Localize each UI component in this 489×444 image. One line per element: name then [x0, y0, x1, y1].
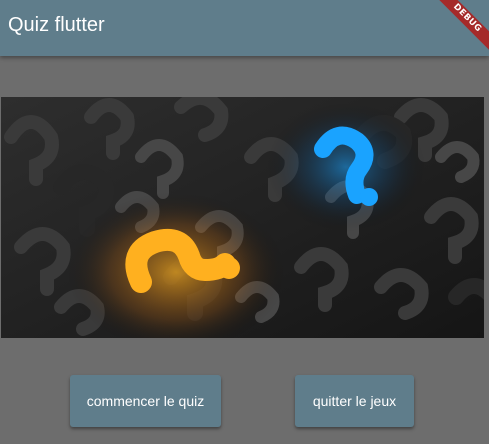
- app-title: Quiz flutter: [8, 14, 105, 36]
- debug-banner: DEBUG: [433, 0, 489, 56]
- start-quiz-button[interactable]: commencer le quiz: [70, 375, 221, 427]
- quit-game-button[interactable]: quitter le jeux: [295, 375, 414, 427]
- question-marks-image: [1, 97, 484, 338]
- app-bar: Quiz flutter: [0, 0, 489, 56]
- debug-ribbon-label: DEBUG: [433, 0, 489, 56]
